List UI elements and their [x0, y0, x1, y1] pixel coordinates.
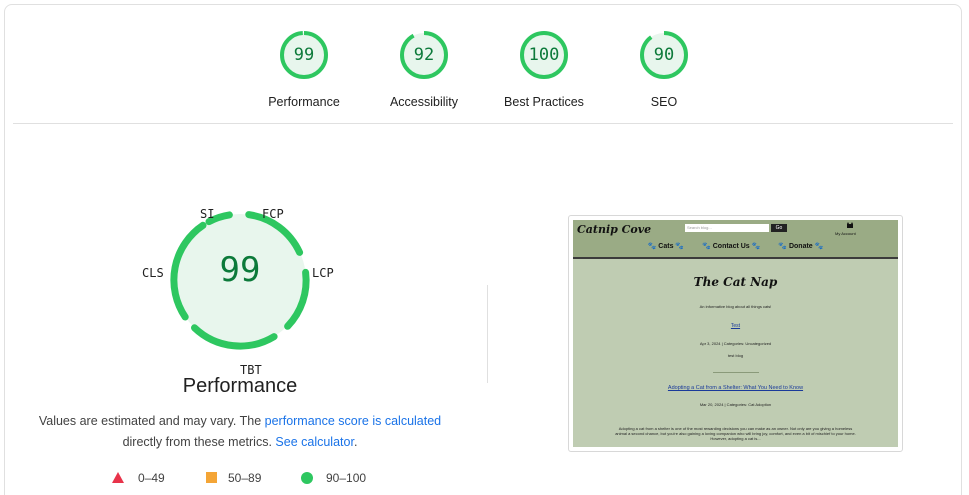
post2-meta: Mar 20, 2024 | Categories: Cat Adoption [699, 402, 772, 407]
blog-subtitle: An informative blog about all things cat… [699, 304, 772, 309]
gauge-best-practices[interactable]: 100 Best Practices [484, 29, 604, 109]
performance-score: 99 [219, 250, 261, 290]
site-account-label: My Account [835, 231, 856, 236]
cat-icon [847, 222, 853, 228]
site-nav-donate: 🐾 Donate 🐾 [778, 243, 824, 250]
gauge-ring: 90 [638, 29, 690, 81]
gauge-score: 99 [293, 45, 315, 65]
performance-description: Values are estimated and may vary. The p… [35, 411, 445, 453]
gauge-label: SEO [650, 95, 678, 109]
page-screenshot-thumbnail[interactable]: Catnip Cove Search blog... Go My Account… [568, 215, 903, 452]
gauge-ring: 100 [518, 29, 570, 81]
gauge-score: 90 [653, 45, 675, 65]
gauge-score: 100 [528, 45, 560, 65]
post-divider [713, 372, 759, 373]
performance-title: Performance [182, 375, 298, 397]
gauge-score: 92 [413, 45, 435, 65]
gauge-label: Accessibility [389, 95, 459, 109]
lighthouse-report-card: 99 Performance 92 Accessibility 100 Best… [4, 4, 962, 495]
site-nav: 🐾 Cats 🐾 🐾 Contact Us 🐾 🐾 Donate 🐾 [573, 242, 898, 250]
triangle-icon [112, 472, 124, 483]
metric-label-cls: CLS [142, 266, 164, 280]
score-calculated-link[interactable]: performance score is calculated [265, 414, 441, 428]
square-icon [206, 472, 217, 483]
site-nav-cats: 🐾 Cats 🐾 [647, 243, 685, 250]
gauge-label: Performance [268, 95, 340, 109]
site-logo: Catnip Cove [577, 223, 652, 236]
legend-pass: 90–100 [301, 471, 367, 485]
desc-text: Values are estimated and may vary. The [38, 414, 265, 428]
blog-title: The Cat Nap [693, 275, 778, 289]
site-preview: Catnip Cove Search blog... Go My Account… [573, 220, 898, 447]
desc-text: . [353, 435, 358, 449]
metric-label-fcp: FCP [262, 207, 284, 221]
vertical-separator [487, 285, 488, 383]
site-search-button: Go [771, 224, 787, 232]
post2-title: Adopting a Cat from a Shelter: What You … [667, 385, 804, 391]
site-nav-contact: 🐾 Contact Us 🐾 [702, 243, 761, 250]
legend-fail-label: 0–49 [138, 471, 165, 485]
post2-excerpt: Adopting a cat from a shelter is one of … [615, 426, 856, 441]
gauge-performance[interactable]: 99 Performance [244, 29, 364, 109]
site-search-input: Search blog... [685, 224, 769, 232]
performance-gauge-ring [170, 211, 310, 350]
gauge-label: Best Practices [504, 95, 584, 109]
metric-label-si: SI [200, 207, 215, 221]
gauge-ring: 99 [278, 29, 330, 81]
legend-average-label: 50–89 [228, 471, 262, 485]
legend-average: 50–89 [206, 471, 262, 485]
post1-body: test blog [727, 353, 744, 358]
section-divider [13, 123, 953, 124]
gauge-seo[interactable]: 90 SEO [604, 29, 724, 109]
see-calculator-link[interactable]: See calculator [275, 435, 354, 449]
gauge-ring: 92 [398, 29, 450, 81]
performance-gauge: SI FCP LCP TBT CLS 99 [125, 200, 355, 380]
score-legend: 0–49 50–89 90–100 [5, 471, 485, 487]
category-gauges: 99 Performance 92 Accessibility 100 Best… [5, 5, 961, 123]
metric-label-lcp: LCP [312, 266, 334, 280]
post1-title: Test [730, 323, 741, 329]
desc-text: directly from these metrics. [122, 435, 276, 449]
circle-icon [301, 472, 313, 484]
legend-pass-label: 90–100 [326, 471, 367, 485]
site-header: Catnip Cove Search blog... Go My Account… [573, 220, 898, 259]
gauge-accessibility[interactable]: 92 Accessibility [364, 29, 484, 109]
post1-meta: Apr 3, 2024 | Categories: Uncategorized [699, 341, 772, 346]
legend-fail: 0–49 [112, 471, 165, 485]
